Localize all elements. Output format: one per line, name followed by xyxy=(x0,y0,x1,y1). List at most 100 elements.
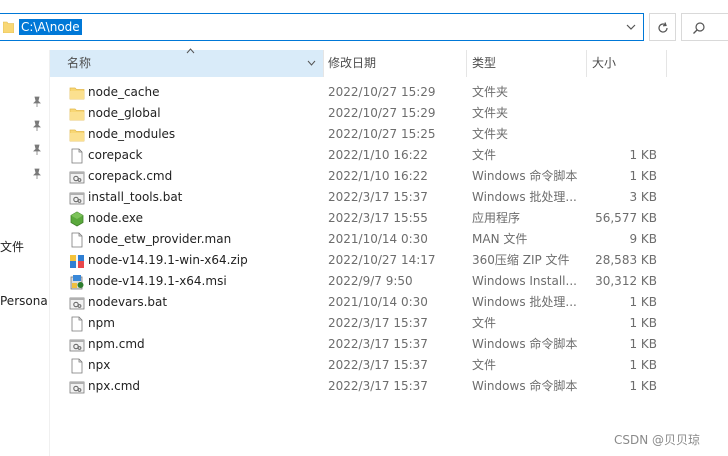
address-bar[interactable]: C:\A\node xyxy=(0,13,644,41)
file-row[interactable]: node.exe 2022/3/17 15:55 应用程序 56,577 KB xyxy=(50,208,728,229)
file-name: corepack xyxy=(88,148,143,162)
file-size: 3 KB xyxy=(629,190,657,204)
zip-icon xyxy=(69,253,85,269)
file-type: 应用程序 xyxy=(472,211,521,225)
file-row[interactable]: install_tools.bat 2022/3/17 15:37 Windows … xyxy=(50,187,728,208)
nav-item-label[interactable]: 文件 xyxy=(0,238,24,255)
column-type-label: 类型 xyxy=(472,56,497,70)
file-name: install_tools.bat xyxy=(88,190,183,204)
file-type: 文件 xyxy=(472,358,497,372)
file-name: node_cache xyxy=(88,85,160,99)
chevron-down-icon[interactable] xyxy=(626,23,636,31)
file-row[interactable]: node-v14.19.1-x64.msi 2022/9/7 9:50 Window… xyxy=(50,271,728,292)
file-row[interactable]: npm 2022/3/17 15:37 文件 1 KB xyxy=(50,313,728,334)
file-type: 文件 xyxy=(472,316,497,330)
folder-icon xyxy=(69,106,85,122)
folder-icon xyxy=(69,85,85,101)
node-exe-icon xyxy=(69,211,85,227)
column-name-label: 名称 xyxy=(67,56,92,70)
file-size: 1 KB xyxy=(629,358,657,372)
file-name: node_etw_provider.man xyxy=(88,232,232,246)
file-date: 2022/3/17 15:37 xyxy=(328,337,428,351)
file-size: 1 KB xyxy=(629,379,657,393)
file-row[interactable]: node_modules 2022/10/27 15:25 文件夹 xyxy=(50,124,728,145)
file-size: 56,577 KB xyxy=(595,211,657,225)
file-date: 2022/9/7 9:50 xyxy=(328,274,413,288)
file-row[interactable]: node_cache 2022/10/27 15:29 文件夹 xyxy=(50,82,728,103)
file-size: 1 KB xyxy=(629,295,657,309)
file-name: nodevars.bat xyxy=(88,295,168,309)
nav-item-label[interactable]: Persona xyxy=(0,294,48,308)
msi-icon xyxy=(69,274,85,290)
file-name: node-v14.19.1-x64.msi xyxy=(88,274,227,288)
file-icon xyxy=(69,358,85,374)
file-size: 1 KB xyxy=(629,169,657,183)
chevron-down-icon[interactable] xyxy=(307,60,316,66)
column-header: 名称 修改日期 类型 大小 xyxy=(50,48,728,77)
pin-icon[interactable] xyxy=(32,96,42,108)
file-size: 30,312 KB xyxy=(595,274,657,288)
address-toolbar: C:\A\node xyxy=(0,0,728,50)
file-type: 文件夹 xyxy=(472,127,509,141)
column-date[interactable]: 修改日期 xyxy=(323,50,466,77)
file-row[interactable]: corepack.cmd 2022/1/10 16:22 Windows 命令脚本 1… xyxy=(50,166,728,187)
watermark: CSDN @贝贝琼 xyxy=(614,433,701,447)
file-row[interactable]: node-v14.19.1-win-x64.zip 2022/10/27 14:1… xyxy=(50,250,728,271)
file-row[interactable]: node_etw_provider.man 2021/10/14 0:30 MAN … xyxy=(50,229,728,250)
file-date: 2022/10/27 14:17 xyxy=(328,253,436,267)
file-name: npm.cmd xyxy=(88,337,145,351)
file-name: node.exe xyxy=(88,211,144,225)
file-type: 360压缩 ZIP 文件 xyxy=(472,253,570,267)
file-name: node_modules xyxy=(88,127,176,141)
search-box[interactable] xyxy=(681,13,728,41)
file-name: npx.cmd xyxy=(88,379,141,393)
file-date: 2022/3/17 15:55 xyxy=(328,211,428,225)
column-size[interactable]: 大小 xyxy=(586,50,666,77)
file-row[interactable]: corepack 2022/1/10 16:22 文件 1 KB xyxy=(50,145,728,166)
file-type: 文件 xyxy=(472,148,497,162)
file-icon xyxy=(69,148,85,164)
file-row[interactable]: npm.cmd 2022/3/17 15:37 Windows 命令脚本 1 KB xyxy=(50,334,728,355)
address-path[interactable]: C:\A\node xyxy=(19,19,82,35)
file-row[interactable]: npx.cmd 2022/3/17 15:37 Windows 命令脚本 1 KB xyxy=(50,376,728,397)
pin-icon[interactable] xyxy=(32,144,42,156)
file-row[interactable]: node_global 2022/10/27 15:29 文件夹 xyxy=(50,103,728,124)
file-type: MAN 文件 xyxy=(472,232,528,246)
file-name: corepack.cmd xyxy=(88,169,173,183)
column-name[interactable]: 名称 xyxy=(50,48,323,77)
sort-ascending-icon xyxy=(186,48,195,54)
file-date: 2022/10/27 15:25 xyxy=(328,127,436,141)
file-list: node_cache 2022/10/27 15:29 文件夹 node_global… xyxy=(50,82,728,397)
folder-icon xyxy=(3,21,14,33)
pin-icon[interactable] xyxy=(32,120,42,132)
script-icon xyxy=(69,190,85,206)
search-icon xyxy=(693,22,705,34)
file-date: 2022/3/17 15:37 xyxy=(328,379,428,393)
refresh-button[interactable] xyxy=(649,13,676,41)
folder-icon xyxy=(69,127,85,143)
file-date: 2022/3/17 15:37 xyxy=(328,316,428,330)
file-date: 2021/10/14 0:30 xyxy=(328,232,428,246)
file-date: 2021/10/14 0:30 xyxy=(328,295,428,309)
navigation-pane: 文件 Persona xyxy=(0,50,48,456)
file-date: 2022/10/27 15:29 xyxy=(328,85,436,99)
column-separator[interactable] xyxy=(666,50,667,77)
file-name: node_global xyxy=(88,106,161,120)
file-size: 9 KB xyxy=(629,232,657,246)
file-name: npx xyxy=(88,358,111,372)
column-date-label: 修改日期 xyxy=(328,56,377,70)
file-date: 2022/1/10 16:22 xyxy=(328,169,428,183)
script-icon xyxy=(69,337,85,353)
file-row[interactable]: nodevars.bat 2021/10/14 0:30 Windows 批处理..… xyxy=(50,292,728,313)
file-date: 2022/3/17 15:37 xyxy=(328,190,428,204)
column-size-label: 大小 xyxy=(592,56,617,70)
file-date: 2022/10/27 15:29 xyxy=(328,106,436,120)
file-type: 文件夹 xyxy=(472,106,509,120)
file-icon xyxy=(69,232,85,248)
pin-icon[interactable] xyxy=(32,168,42,180)
file-row[interactable]: npx 2022/3/17 15:37 文件 1 KB xyxy=(50,355,728,376)
column-type[interactable]: 类型 xyxy=(466,50,586,77)
script-icon xyxy=(69,169,85,185)
file-size: 1 KB xyxy=(629,337,657,351)
file-size: 1 KB xyxy=(629,148,657,162)
